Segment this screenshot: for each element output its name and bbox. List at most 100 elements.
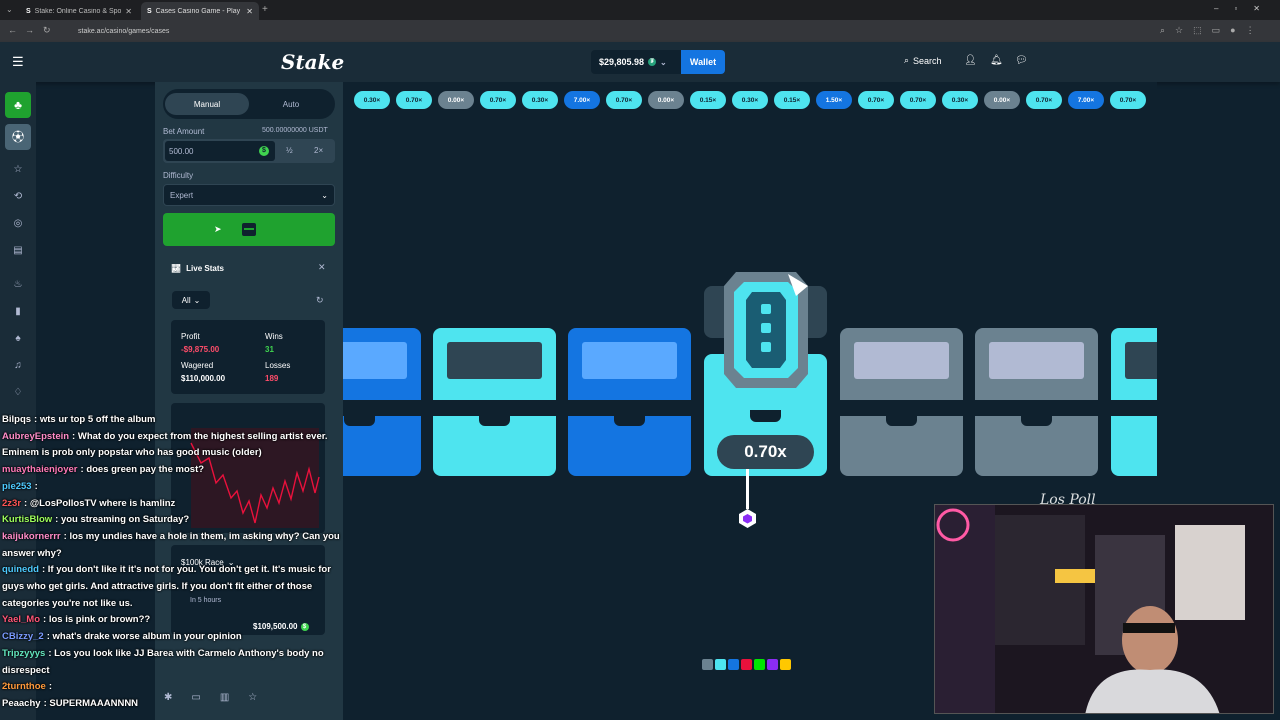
tab-title: Stake: Online Casino & Sports B (34, 7, 121, 15)
history-bar: 0.30× 0.70× 0.00× 0.70× 0.30× 7.00× 0.70× 0.00×… (354, 91, 1154, 111)
refresh-icon[interactable]: ↻ (316, 295, 324, 306)
zoom-icon[interactable]: ⌕ (1160, 25, 1165, 36)
address-bar[interactable]: stake.ac/casino/games/cases (60, 24, 1140, 38)
search-button[interactable]: ⌕ Search (904, 55, 942, 66)
game-shows-icon[interactable]: ♫ (11, 360, 25, 374)
search-label: Search (913, 55, 942, 66)
history-pill[interactable]: 0.30× (732, 91, 768, 109)
streamer-webcam (934, 504, 1274, 714)
sports-nav-icon[interactable]: ⚽︎ (5, 124, 31, 150)
history-pill[interactable]: 1.50× (816, 91, 852, 109)
chevron-down-icon: ⌄ (660, 57, 667, 67)
history-pill[interactable]: 0.70× (1026, 91, 1062, 109)
bookmark-star-icon[interactable]: ☆ (1175, 25, 1183, 36)
history-pill[interactable]: 0.15× (690, 91, 726, 109)
browser-tab[interactable]: S Stake: Online Casino & Sports B ✕ (20, 2, 138, 20)
user-icon[interactable]: 👤︎ (964, 55, 977, 66)
challenges-icon[interactable]: ◎ (11, 218, 25, 232)
history-pill[interactable]: 0.70× (1110, 91, 1146, 109)
history-pill[interactable]: 0.70× (606, 91, 642, 109)
browser-toolbar-icons[interactable]: ⌕ ☆ ⬚ ▭ ● ⋮ (1160, 25, 1255, 36)
forward-icon[interactable]: → (25, 25, 34, 35)
history-pill[interactable]: 7.00× (1068, 91, 1104, 109)
stats-filter-select[interactable]: All ⌄ (172, 291, 210, 309)
history-pill[interactable]: 0.70× (396, 91, 432, 109)
case-box (343, 328, 421, 476)
chat-icon[interactable]: 💬︎ (1015, 55, 1028, 66)
history-pill[interactable]: 0.30× (354, 91, 390, 109)
notifications-bell-icon[interactable]: 🔔︎ (990, 55, 1003, 66)
history-pill[interactable]: 0.30× (522, 91, 558, 109)
history-pill[interactable]: 0.30× (942, 91, 978, 109)
chat-message: pie253: (2, 479, 342, 496)
casino-nav-icon[interactable]: ♣ (5, 92, 31, 118)
balance-display[interactable]: $29,805.98 ₮ ⌄ (591, 50, 681, 74)
menu-kebab-icon[interactable]: ⋮ (1246, 25, 1255, 36)
chat-text: wts ur top 5 off the album (39, 414, 156, 425)
tab-list-icon[interactable]: ⌄ (6, 5, 13, 14)
half-bet-button[interactable]: ½ (286, 146, 293, 155)
history-pill[interactable]: 0.70× (480, 91, 516, 109)
chat-message: CBizzy_2: what's drake worse album in yo… (2, 629, 342, 646)
profile-avatar[interactable]: ● (1230, 25, 1235, 36)
chat-message: KurtisBlow: you streaming on Saturday? (2, 512, 342, 529)
tier-chip (754, 659, 765, 670)
open-case-button[interactable] (163, 213, 335, 246)
close-icon[interactable]: ✕ (318, 262, 326, 273)
losses-value: 189 (265, 374, 279, 383)
chat-message: 2z3r: @LosPollosTV where is hamlinz (2, 496, 342, 513)
extension-icon[interactable]: ⬚ (1193, 25, 1202, 36)
stake-logo[interactable]: Stake (281, 50, 344, 74)
history-pill[interactable]: 0.00× (648, 91, 684, 109)
bet-amount-usdt: 500.00000000 USDT (262, 127, 328, 134)
sidepanel-icon[interactable]: ▭ (1212, 25, 1221, 36)
originals-icon[interactable]: ♨ (11, 279, 25, 293)
case-box (840, 328, 963, 476)
history-pill[interactable]: 7.00× (564, 91, 600, 109)
currency-coin-icon: $ (259, 146, 269, 156)
favourite-icon[interactable]: ☆ (248, 692, 257, 703)
maximize-icon[interactable]: ▫ (1234, 4, 1237, 13)
double-bet-button[interactable]: 2× (314, 146, 323, 155)
wallet-button[interactable]: Wallet (681, 50, 725, 74)
close-window-icon[interactable]: ✕ (1253, 4, 1260, 13)
chat-text: SUPERMAAANNNN (49, 697, 139, 709)
history-pill[interactable]: 0.00× (438, 91, 474, 109)
back-icon[interactable]: ← (8, 25, 17, 35)
settings-icon[interactable]: ✱ (164, 692, 172, 703)
reload-icon[interactable]: ↻ (43, 25, 51, 36)
tab-manual[interactable]: Manual (165, 93, 249, 115)
history-pill[interactable]: 0.00× (984, 91, 1020, 109)
tab-auto[interactable]: Auto (249, 93, 333, 115)
live-casino-icon[interactable]: ♠ (11, 333, 25, 347)
stats-icon[interactable]: ▥ (220, 692, 229, 703)
new-tab-icon[interactable]: + (262, 4, 268, 15)
wagered-value: $110,000.00 (181, 374, 226, 383)
chat-message: muaythaienjoyer: does green pay the most… (2, 462, 342, 479)
tier-chip (702, 659, 713, 670)
browser-tab-active[interactable]: S Cases Casino Game - Play Stake ✕ (141, 2, 259, 20)
minimize-icon[interactable]: – (1214, 4, 1218, 13)
theatre-mode-icon[interactable]: ▭ (191, 692, 200, 703)
history-pill[interactable]: 0.15× (774, 91, 810, 109)
stake-favicon-icon: S (26, 7, 31, 15)
tier-chip (780, 659, 791, 670)
chevron-down-icon: ⌄ (321, 190, 328, 200)
close-icon[interactable]: ✕ (125, 7, 132, 16)
bet-amount-label: Bet Amount (163, 127, 205, 136)
tier-chip (767, 659, 778, 670)
window-controls[interactable]: – ▫ ✕ (1214, 4, 1260, 13)
history-pill[interactable]: 0.70× (900, 91, 936, 109)
history-pill[interactable]: 0.70× (858, 91, 894, 109)
chat-username: Bilpqs (2, 414, 32, 425)
profit-label: Profit (181, 332, 200, 341)
favourites-icon[interactable]: ☆ (11, 164, 25, 178)
close-icon[interactable]: ✕ (246, 7, 253, 16)
recent-icon[interactable]: ⟲ (11, 191, 25, 205)
hamburger-menu-icon[interactable]: ☰ (12, 54, 24, 70)
bets-icon[interactable]: ▤ (11, 245, 25, 259)
difficulty-select[interactable]: Expert ⌄ (163, 184, 335, 206)
slots-icon[interactable]: ▮ (11, 306, 25, 320)
table-games-icon[interactable]: ♢ (11, 387, 25, 401)
tab-title: Cases Casino Game - Play Stake (155, 7, 242, 15)
